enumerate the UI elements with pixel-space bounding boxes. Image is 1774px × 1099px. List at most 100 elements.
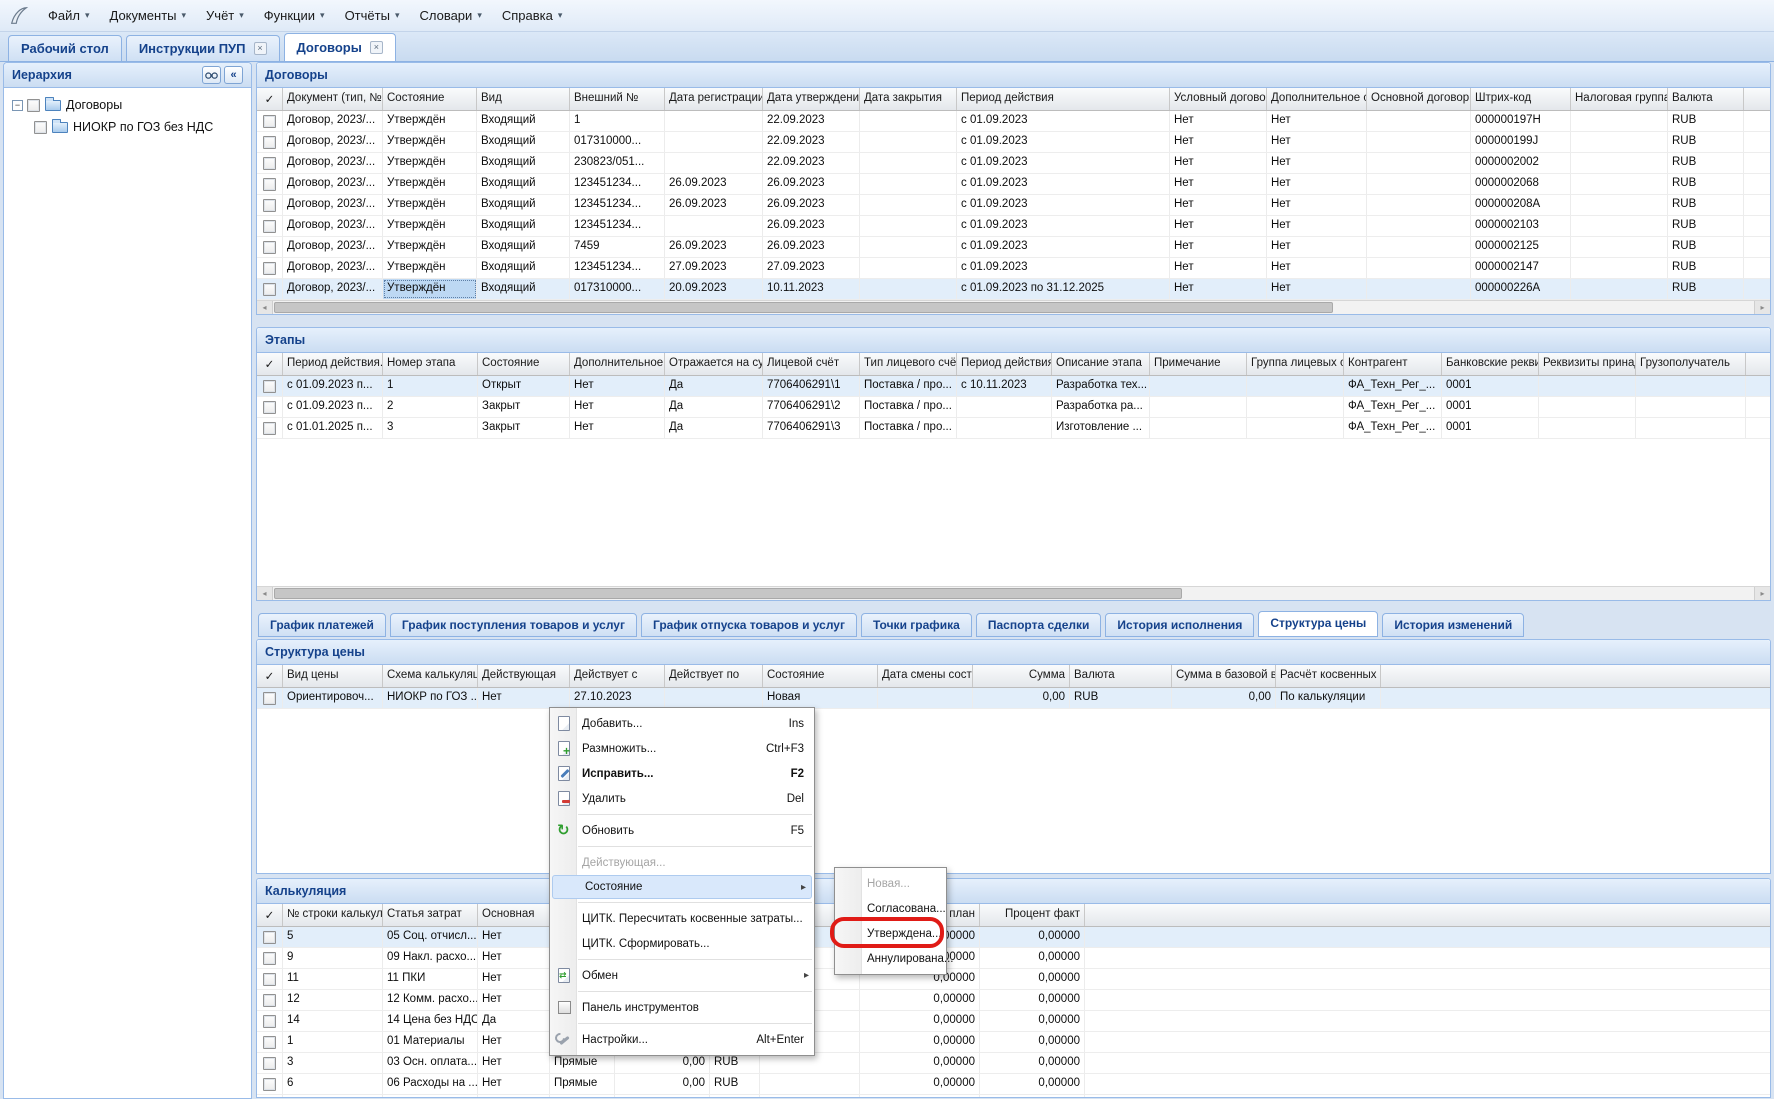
column-header[interactable]: Схема калькуляци (383, 665, 478, 687)
context-menu-item-3[interactable]: УдалитьDel (550, 786, 814, 811)
subtab-7[interactable]: История изменений (1382, 613, 1524, 637)
state-submenu-item-3[interactable]: Аннулирована... (835, 946, 946, 971)
table-row[interactable]: 1111 ПКИНет0,000000,00000 (257, 969, 1770, 990)
context-menu-item-10[interactable]: ЦИТК. Пересчитать косвенные затраты... (550, 906, 814, 931)
column-header[interactable]: Реквизиты принад (1539, 353, 1636, 375)
column-header[interactable]: Дополнительное с (1267, 88, 1367, 110)
horizontal-scrollbar[interactable]: ◂ ▸ (257, 586, 1770, 600)
column-header[interactable]: Сумма в базовой в (1172, 665, 1276, 687)
column-header[interactable]: Действует по (665, 665, 763, 687)
context-menu-item-2[interactable]: Исправить...F2 (550, 761, 814, 786)
subtab-3[interactable]: Точки графика (861, 613, 972, 637)
table-row[interactable]: Договор, 2023/...УтверждёнВходящий017310… (257, 279, 1770, 300)
column-header[interactable]: Отражается на су (665, 353, 763, 375)
row-checkbox[interactable] (263, 1036, 276, 1049)
table-row[interactable] (257, 1095, 1770, 1098)
row-checkbox[interactable] (263, 220, 276, 233)
column-header[interactable]: Дата утверждения (763, 88, 860, 110)
table-row[interactable]: Договор, 2023/...УтверждёнВходящий123451… (257, 258, 1770, 279)
column-header[interactable]: Тип лицевого счёт (860, 353, 957, 375)
column-header[interactable]: Лицевой счёт (763, 353, 860, 375)
column-header[interactable]: Номер этапа (383, 353, 478, 375)
column-header[interactable]: Примечание (1150, 353, 1247, 375)
horizontal-scrollbar[interactable]: ◂ ▸ (257, 300, 1770, 314)
column-header[interactable]: Условный договор (1170, 88, 1267, 110)
menubar-item-5[interactable]: Словари▾ (409, 4, 491, 27)
row-checkbox[interactable] (263, 136, 276, 149)
table-row[interactable]: Договор, 2023/...УтверждёнВходящий230823… (257, 153, 1770, 174)
column-header[interactable]: Действующая (478, 665, 570, 687)
column-header[interactable]: Вид цены (283, 665, 383, 687)
close-icon[interactable]: × (254, 42, 267, 55)
scroll-left-icon[interactable]: ◂ (257, 587, 273, 600)
column-header[interactable]: Грузополучатель (1636, 353, 1746, 375)
column-header[interactable]: Дата регистрации. (665, 88, 763, 110)
table-row[interactable]: Договор, 2023/...УтверждёнВходящий745926… (257, 237, 1770, 258)
column-header[interactable]: Процент факт (980, 904, 1085, 926)
column-header[interactable]: Банковские рекви (1442, 353, 1539, 375)
column-header[interactable]: Дополнительное с (570, 353, 665, 375)
table-row[interactable]: Договор, 2023/...УтверждёнВходящий122.09… (257, 111, 1770, 132)
table-row[interactable]: Договор, 2023/...УтверждёнВходящий017310… (257, 132, 1770, 153)
menubar-item-1[interactable]: Документы▾ (100, 4, 197, 27)
row-checkbox[interactable] (263, 178, 276, 191)
column-header[interactable]: Действует с (570, 665, 665, 687)
column-header[interactable]: ✓ (257, 88, 283, 110)
row-checkbox[interactable] (263, 262, 276, 275)
column-header[interactable]: Сумма (973, 665, 1070, 687)
context-menu-item-1[interactable]: Размножить...Ctrl+F3 (550, 736, 814, 761)
context-menu-item-5[interactable]: ОбновитьF5 (550, 818, 814, 843)
context-menu-item-8[interactable]: Состояние▸ (552, 875, 812, 899)
context-menu-item-15[interactable]: Панель инструментов (550, 995, 814, 1020)
column-header[interactable]: Налоговая группа. (1571, 88, 1668, 110)
row-checkbox[interactable] (263, 1078, 276, 1091)
context-menu-item-17[interactable]: Настройки...Alt+Enter (550, 1027, 814, 1052)
subtab-6[interactable]: Структура цены (1258, 611, 1378, 637)
row-checkbox[interactable] (263, 931, 276, 944)
menubar-item-2[interactable]: Учёт▾ (196, 4, 254, 27)
column-header[interactable]: Основной договор (1367, 88, 1471, 110)
column-header[interactable]: ✓ (257, 353, 283, 375)
column-header[interactable]: Дата закрытия (860, 88, 957, 110)
subtab-1[interactable]: График поступления товаров и услуг (390, 613, 637, 637)
search-icon[interactable] (202, 66, 221, 84)
column-header[interactable]: Период действия (957, 88, 1170, 110)
table-row[interactable]: Договор, 2023/...УтверждёнВходящий123451… (257, 195, 1770, 216)
table-row[interactable]: 1212 Комм. расхо...Нет0,000000,00000 (257, 990, 1770, 1011)
subtab-0[interactable]: График платежей (258, 613, 386, 637)
state-submenu-item-1[interactable]: Согласована... (835, 896, 946, 921)
row-checkbox[interactable] (263, 401, 276, 414)
table-row[interactable]: Ориентировоч...НИОКР по ГОЗ ...Нет27.10.… (257, 688, 1770, 709)
column-header[interactable]: Валюта (1070, 665, 1172, 687)
table-row[interactable]: 505 Соц. отчисл...Нет0,000000,00000 (257, 927, 1770, 948)
column-header[interactable]: Статья затрат (383, 904, 478, 926)
tree-item-1[interactable]: НИОКР по ГОЗ без НДС (8, 116, 247, 138)
column-header[interactable]: Состояние (478, 353, 570, 375)
row-checkbox[interactable] (263, 115, 276, 128)
tree-checkbox[interactable] (34, 121, 47, 134)
scrollbar-thumb[interactable] (274, 302, 1333, 313)
tree-expander-icon[interactable]: − (12, 100, 23, 111)
tab-0[interactable]: Рабочий стол (8, 35, 122, 61)
column-header[interactable]: Штрих-код (1471, 88, 1571, 110)
row-checkbox[interactable] (263, 241, 276, 254)
table-row[interactable]: Договор, 2023/...УтверждёнВходящий123451… (257, 216, 1770, 237)
column-header[interactable]: Документ (тип, № (283, 88, 383, 110)
column-header[interactable]: Вид (477, 88, 570, 110)
table-row[interactable]: с 01.01.2025 п...3ЗакрытНетДа7706406291\… (257, 418, 1770, 439)
table-row[interactable]: Договор, 2023/...УтверждёнВходящий123451… (257, 174, 1770, 195)
column-header[interactable]: ✓ (257, 904, 283, 926)
context-menu-item-13[interactable]: Обмен▸ (550, 963, 814, 988)
tab-2[interactable]: Договоры× (284, 33, 396, 61)
state-submenu-item-2[interactable]: Утверждена... (835, 921, 946, 946)
context-menu-item-0[interactable]: Добавить...Ins (550, 711, 814, 736)
subtab-5[interactable]: История исполнения (1105, 613, 1254, 637)
table-row[interactable]: 101 МатериалыНетПрямые0,00RUB0,000000,00… (257, 1032, 1770, 1053)
tab-1[interactable]: Инструкции ПУП× (126, 35, 280, 61)
row-checkbox[interactable] (263, 283, 276, 296)
menubar-item-3[interactable]: Функции▾ (254, 4, 335, 27)
column-header[interactable]: Состояние (763, 665, 878, 687)
menubar-item-4[interactable]: Отчёты▾ (335, 4, 410, 27)
column-header[interactable]: № строки калькул (283, 904, 383, 926)
table-row[interactable]: с 01.09.2023 п...1ОткрытНетДа7706406291\… (257, 376, 1770, 397)
